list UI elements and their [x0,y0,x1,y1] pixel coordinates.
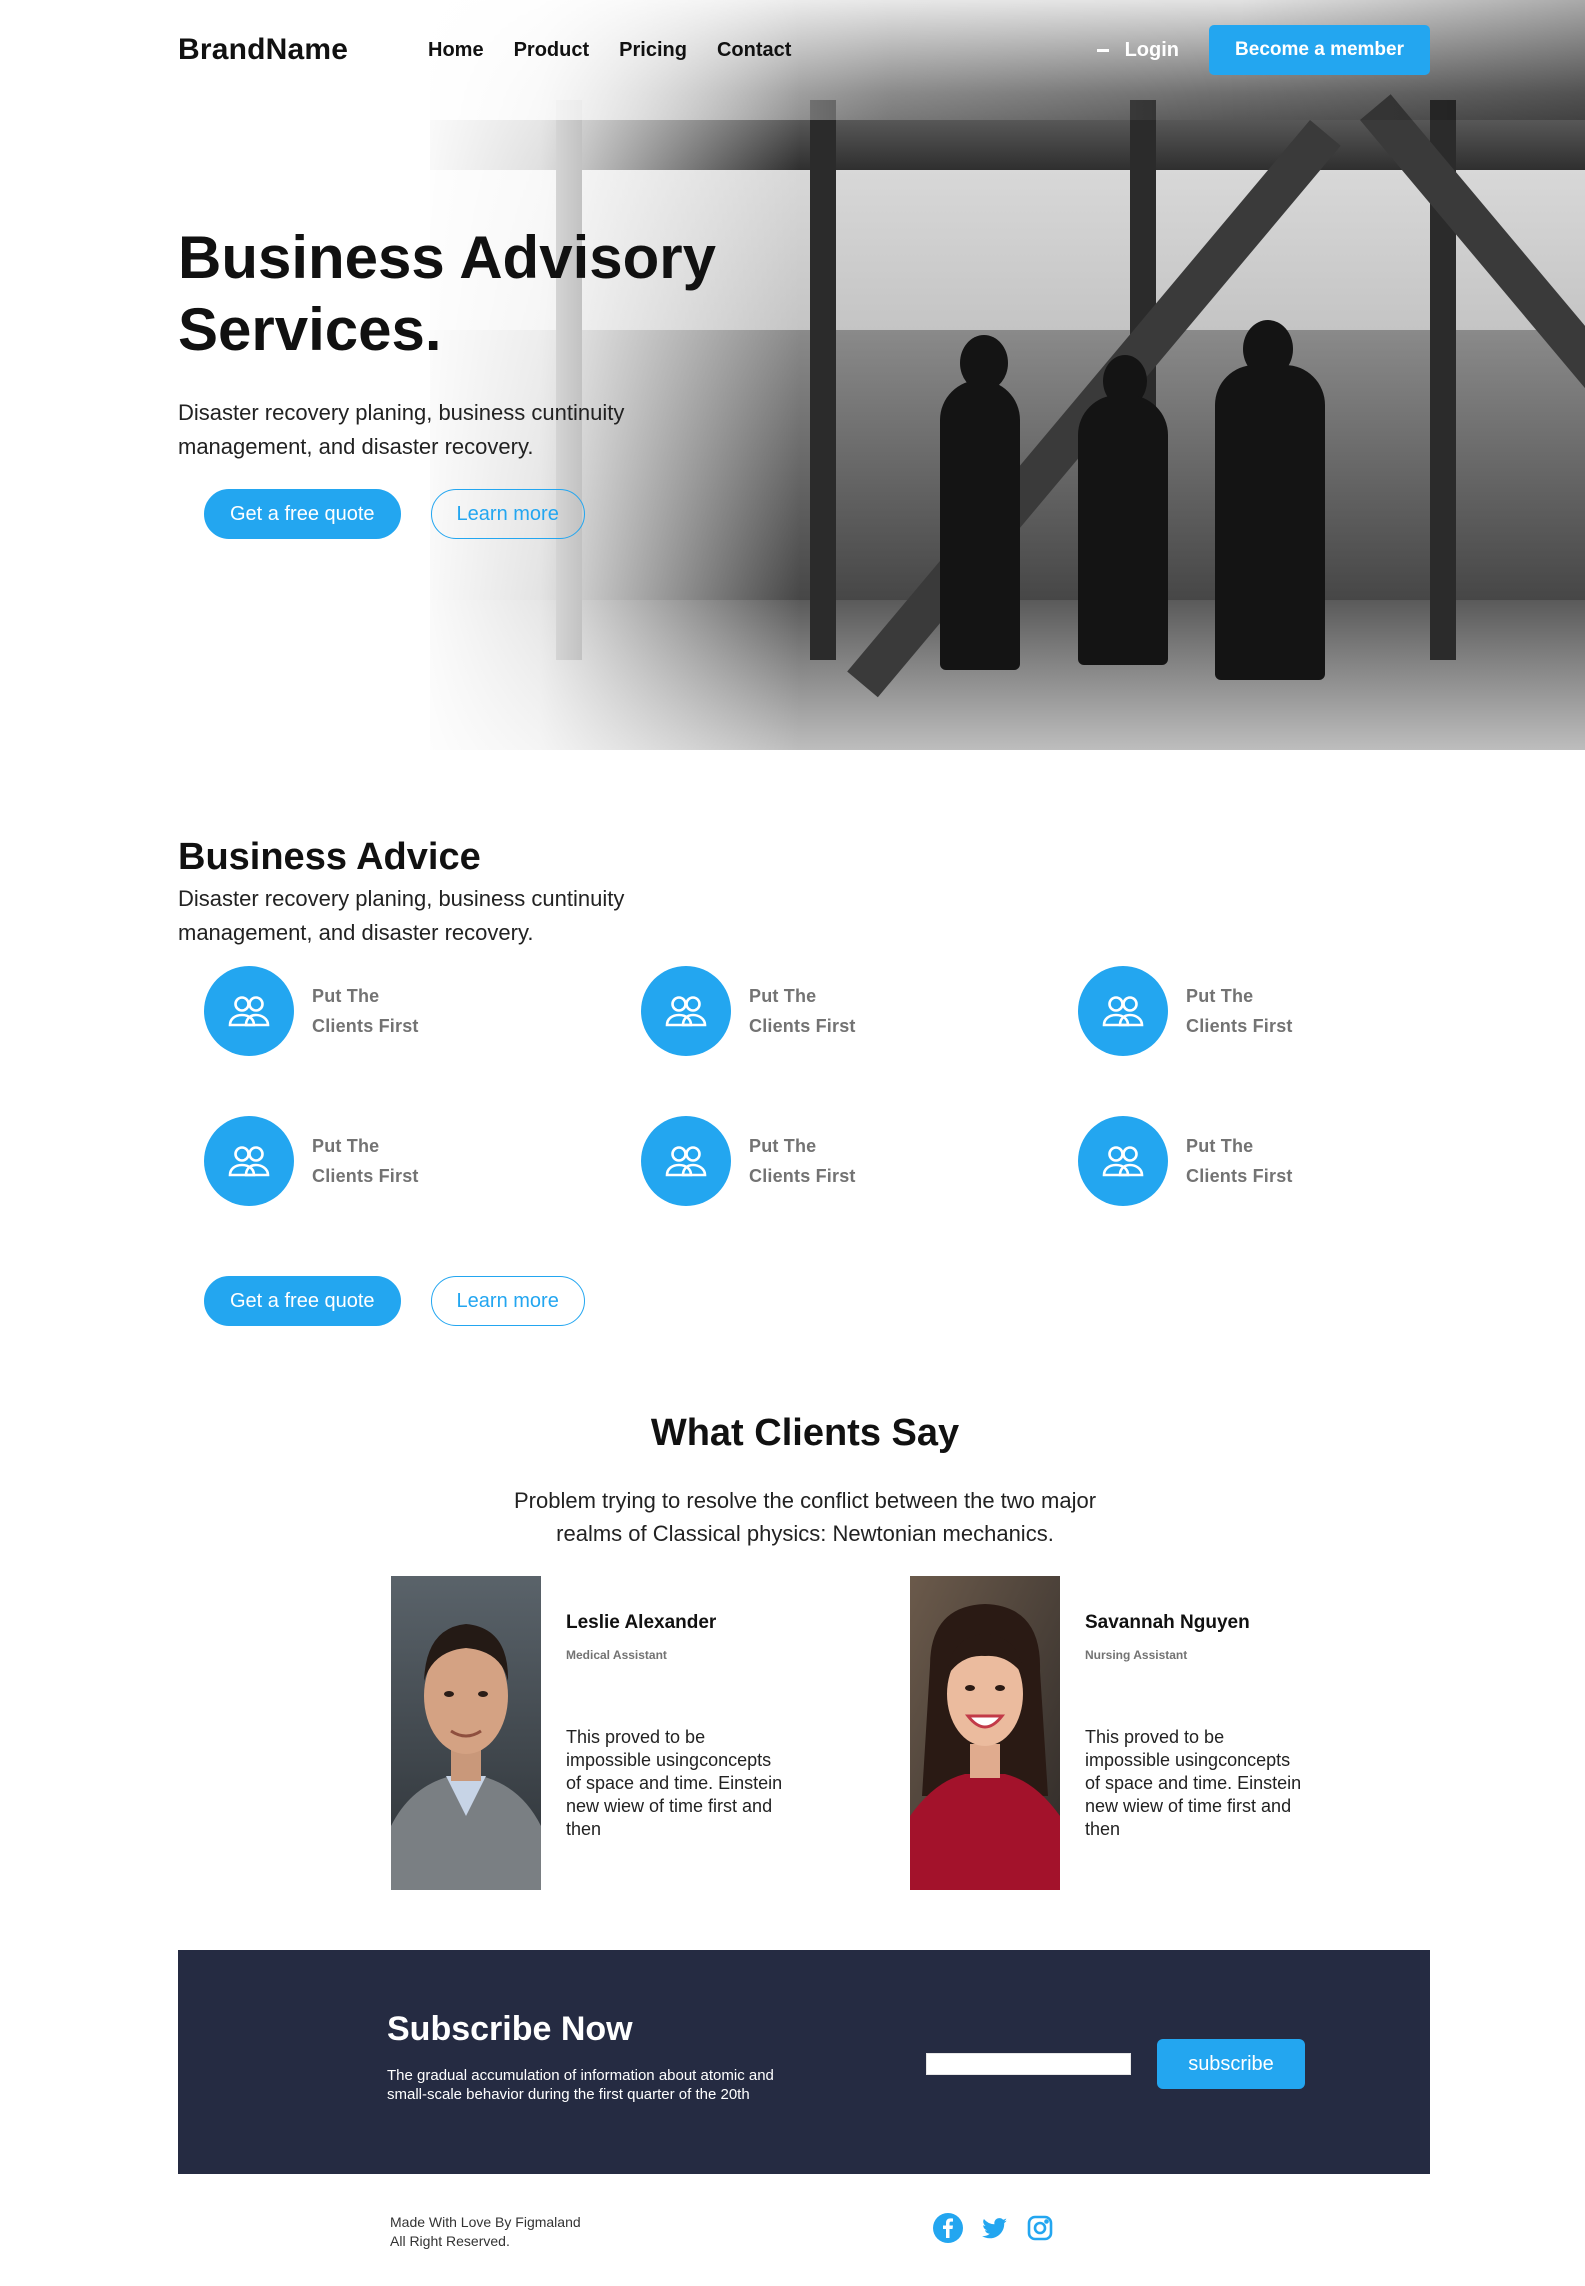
feature-item: Put The Clients First [204,1116,641,1206]
get-quote-button[interactable]: Get a free quote [204,489,401,539]
advice-title: Business Advice [178,836,481,878]
hero-title-line1: Business Advisory [178,224,716,291]
become-member-button[interactable]: Become a member [1209,25,1430,75]
social-links [932,2212,1056,2244]
feature-line2: Clients First [749,1166,856,1186]
hero-title-line2: Services. [178,296,442,363]
testimonial-card: Leslie Alexander Medical Assistant This … [391,1576,811,1890]
subscribe-section: Subscribe Now The gradual accumulation o… [178,1950,1430,2174]
hero-section: BrandName Home Product Pricing Contact L… [0,0,1585,750]
nav-home[interactable]: Home [428,39,484,62]
users-icon [1078,966,1168,1056]
advice-subtitle: Disaster recovery planing, business cunt… [178,886,625,945]
silhouette-person [940,380,1020,670]
feature-text: Put The Clients First [1186,981,1293,1041]
feature-line2: Clients First [1186,1016,1293,1036]
footer-line2: All Right Reserved. [390,2233,510,2249]
nav-pricing[interactable]: Pricing [619,39,687,62]
hero-subtitle: Disaster recovery planing, business cunt… [178,400,625,459]
feature-line1: Put The [1186,1136,1254,1156]
feature-text: Put The Clients First [749,1131,856,1191]
users-icon [641,1116,731,1206]
feature-text: Put The Clients First [312,1131,419,1191]
subscribe-text: The gradual accumulation of information … [387,2067,774,2103]
clients-title: What Clients Say [650,1412,960,1454]
users-icon [1078,1116,1168,1206]
feature-line2: Clients First [749,1016,856,1036]
feature-line1: Put The [749,986,817,1006]
facebook-icon[interactable] [932,2212,964,2244]
email-input[interactable] [926,2053,1131,2075]
dash-icon [1096,48,1109,52]
advice-buttons: Get a free quote Learn more [204,1276,585,1326]
feature-line1: Put The [312,986,380,1006]
silhouette-person [1078,395,1168,665]
nav-contact[interactable]: Contact [717,39,791,62]
testimonial-quote: This proved to be impossible usingconcep… [566,1727,783,1839]
testimonial-role: Medical Assistant [566,1648,667,1662]
clients-subtitle-line2: realms of Classical physics: Newtonian m… [556,1521,1054,1546]
testimonial-name: Savannah Nguyen [1085,1612,1250,1633]
subscribe-title: Subscribe Now [387,2010,633,2048]
twitter-icon[interactable] [978,2212,1010,2244]
feature-text: Put The Clients First [749,981,856,1041]
users-icon [204,1116,294,1206]
feature-item: Put The Clients First [1078,1116,1515,1206]
feature-text: Put The Clients First [312,981,419,1041]
nav-actions: Login Become a member [1096,25,1430,75]
avatar [910,1576,1060,1890]
feature-text: Put The Clients First [1186,1131,1293,1191]
hero-title: Business Advisory Services. [178,222,818,366]
users-icon [204,966,294,1056]
feature-line1: Put The [749,1136,817,1156]
feature-item: Put The Clients First [204,966,641,1056]
clients-subtitle: Problem trying to resolve the conflict b… [0,1484,1585,1550]
feature-line1: Put The [1186,986,1254,1006]
testimonial-card: Savannah Nguyen Nursing Assistant This p… [910,1576,1330,1890]
footer-line1: Made With Love By Figmaland [390,2214,581,2230]
avatar [391,1576,541,1890]
feature-line2: Clients First [312,1016,419,1036]
get-quote-button[interactable]: Get a free quote [204,1276,401,1326]
feature-line2: Clients First [1186,1166,1293,1186]
hero-fade [400,0,800,750]
brand-logo[interactable]: BrandName [178,33,428,67]
nav-links: Home Product Pricing Contact [428,39,791,62]
instagram-icon[interactable] [1024,2212,1056,2244]
testimonial-role: Nursing Assistant [1085,1648,1188,1662]
subscribe-button[interactable]: subscribe [1157,2039,1305,2089]
feature-item: Put The Clients First [1078,966,1515,1056]
features-grid: Put The Clients First Put The Clients Fi… [204,966,1504,1206]
nav-product[interactable]: Product [514,39,590,62]
testimonial-name: Leslie Alexander [566,1612,717,1633]
footer-credits: Made With Love By Figmaland All Right Re… [390,2213,581,2251]
clients-subtitle-line1: Problem trying to resolve the conflict b… [513,1488,1097,1513]
top-nav: BrandName Home Product Pricing Contact L… [178,24,1430,76]
feature-item: Put The Clients First [641,1116,1078,1206]
testimonial-quote: This proved to be impossible usingconcep… [1085,1727,1302,1839]
users-icon [641,966,731,1056]
feature-line1: Put The [312,1136,380,1156]
feature-line2: Clients First [312,1166,419,1186]
login-link[interactable]: Login [1125,39,1179,62]
silhouette-person [1215,365,1325,680]
hero-buttons: Get a free quote Learn more [204,489,585,539]
learn-more-button[interactable]: Learn more [430,1276,585,1326]
window-mullion [810,100,836,660]
feature-item: Put The Clients First [641,966,1078,1056]
learn-more-button[interactable]: Learn more [430,489,585,539]
